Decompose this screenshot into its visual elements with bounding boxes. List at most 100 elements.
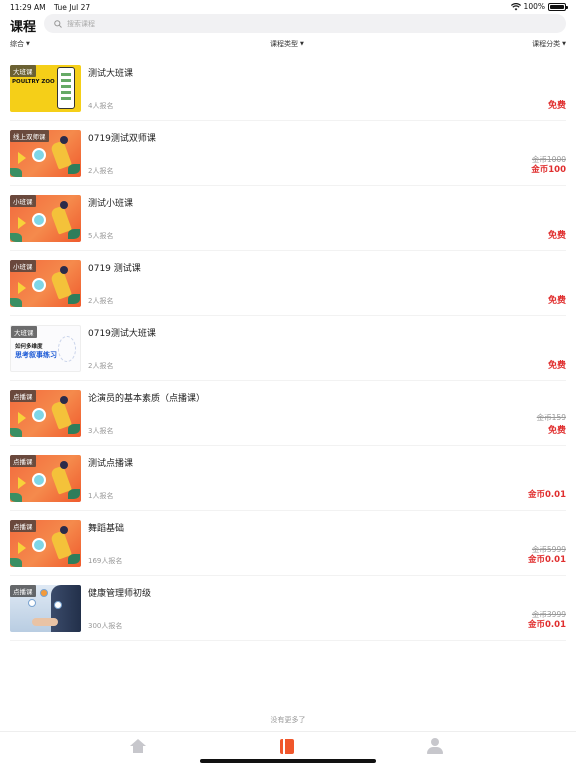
- course-title: 0719测试双师课: [88, 134, 156, 144]
- filter-sort[interactable]: 综合 ▼: [10, 39, 30, 49]
- course-current-price: 金币0.01: [528, 555, 566, 565]
- home-icon: [130, 739, 146, 754]
- tab-home[interactable]: [128, 738, 148, 756]
- course-title: 论演员的基本素质（点播课）: [88, 394, 206, 404]
- course-title: 测试小班课: [88, 199, 134, 209]
- course-price: 金币3999 金币0.01: [528, 609, 566, 631]
- course-price: 免费: [548, 293, 566, 306]
- caret-down-icon: ▼: [562, 41, 566, 47]
- course-price: 金币0.01: [528, 490, 566, 501]
- course-price: 免费: [548, 358, 566, 371]
- course-type-badge: 点播课: [10, 520, 36, 532]
- course-thumbnail: 大班课 如何多维度 思考叙事练习: [10, 325, 81, 372]
- course-price: 金币5999 金币0.01: [528, 544, 566, 566]
- course-title: 舞蹈基础: [88, 524, 125, 534]
- course-current-price: 金币100: [531, 165, 566, 175]
- course-item[interactable]: 小班课 0719 测试课 2人报名 免费: [10, 251, 566, 316]
- course-item[interactable]: 点播课 测试点播课 1人报名 金币0.01: [10, 446, 566, 511]
- course-enrolled-count: 4人报名: [88, 102, 114, 110]
- search-input[interactable]: [67, 19, 517, 28]
- status-time: 11:29 AM: [10, 3, 46, 12]
- course-current-price: 免费: [547, 231, 566, 241]
- course-enrolled-count: 2人报名: [88, 362, 114, 370]
- course-original-price: 金币3999: [531, 610, 566, 619]
- course-enrolled-count: 5人报名: [88, 232, 114, 240]
- course-current-price: 免费: [547, 296, 566, 306]
- course-enrolled-count: 1人报名: [88, 492, 114, 500]
- course-price: 免费: [548, 98, 566, 111]
- user-icon: [427, 738, 443, 754]
- course-title: 0719 测试课: [88, 264, 141, 274]
- course-type-badge: 小班课: [10, 195, 36, 207]
- course-current-price: 金币0.01: [528, 620, 566, 630]
- course-item[interactable]: 点播课 健康管理师初级 300人报名 金币3999 金币0.01: [10, 576, 566, 641]
- page-title: 课程: [10, 20, 37, 35]
- course-item[interactable]: 小班课 测试小班课 5人报名 免费: [10, 186, 566, 251]
- course-thumbnail: 小班课: [10, 195, 81, 242]
- course-enrolled-count: 2人报名: [88, 167, 114, 175]
- course-original-price: 金币5999: [531, 545, 566, 554]
- wifi-icon: [510, 2, 521, 10]
- course-current-price: 免费: [547, 426, 566, 436]
- course-type-badge: 点播课: [10, 585, 36, 597]
- course-type-badge: 线上双师课: [10, 130, 49, 142]
- course-title: 0719测试大班课: [88, 329, 156, 339]
- course-item[interactable]: 线上双师课 0719测试双师课 2人报名 金币1000 金币100: [10, 121, 566, 186]
- thumbnail-text: 如何多维度: [15, 344, 43, 350]
- thumbnail-text: POULTRY ZOO: [12, 79, 55, 85]
- status-date: Tue Jul 27: [54, 3, 91, 12]
- course-type-badge: 大班课: [10, 65, 36, 77]
- course-title: 测试大班课: [88, 69, 134, 79]
- course-type-badge: 点播课: [10, 455, 36, 467]
- filter-course-type-label: 课程类型: [270, 40, 298, 48]
- filter-course-type[interactable]: 课程类型 ▼: [270, 39, 304, 49]
- course-current-price: 金币0.01: [528, 490, 566, 500]
- filter-bar: 综合 ▼ 课程类型 ▼ 课程分类 ▼: [0, 39, 576, 51]
- course-thumbnail: 点播课: [10, 455, 81, 502]
- course-item[interactable]: 点播课 舞蹈基础 169人报名 金币5999 金币0.01: [10, 511, 566, 576]
- course-item[interactable]: 点播课 论演员的基本素质（点播课） 3人报名 金币159 免费: [10, 381, 566, 446]
- filter-course-category-label: 课程分类: [532, 40, 561, 48]
- course-price: 免费: [548, 228, 566, 241]
- course-type-badge: 大班课: [11, 326, 37, 338]
- course-price: 金币1000 金币100: [531, 154, 566, 176]
- course-current-price: 免费: [547, 101, 566, 111]
- tab-profile[interactable]: [425, 738, 445, 756]
- course-list: 大班课 POULTRY ZOO 测试大班课 4人报名 免费 线上双师课 0719…: [0, 56, 576, 641]
- home-indicator: [200, 759, 376, 763]
- course-thumbnail: 线上双师课: [10, 130, 81, 177]
- no-more-text: 没有更多了: [270, 716, 306, 724]
- course-thumbnail: 点播课: [10, 585, 81, 632]
- status-bar: 11:29 AM Tue Jul 27 100%: [0, 0, 576, 14]
- course-enrolled-count: 2人报名: [88, 297, 114, 305]
- course-type-badge: 点播课: [10, 390, 36, 402]
- filter-course-category[interactable]: 课程分类 ▼: [532, 39, 566, 49]
- course-enrolled-count: 169人报名: [88, 557, 123, 565]
- book-icon: [280, 739, 294, 754]
- search-icon: [54, 19, 62, 28]
- course-thumbnail: 点播课: [10, 390, 81, 437]
- course-enrolled-count: 300人报名: [88, 622, 123, 630]
- caret-down-icon: ▼: [300, 41, 304, 47]
- caret-down-icon: ▼: [26, 41, 30, 47]
- course-item[interactable]: 大班课 如何多维度 思考叙事练习 0719测试大班课 2人报名 免费: [10, 316, 566, 381]
- course-thumbnail: 大班课 POULTRY ZOO: [10, 65, 81, 112]
- course-enrolled-count: 3人报名: [88, 427, 114, 435]
- course-thumbnail: 点播课: [10, 520, 81, 567]
- course-type-badge: 小班课: [10, 260, 36, 272]
- battery-icon: [548, 2, 568, 11]
- course-item[interactable]: 大班课 POULTRY ZOO 测试大班课 4人报名 免费: [10, 56, 566, 121]
- course-thumbnail: 小班课: [10, 260, 81, 307]
- course-title: 测试点播课: [88, 459, 134, 469]
- course-price: 金币159 免费: [537, 412, 566, 436]
- filter-sort-label: 综合: [10, 40, 24, 48]
- tab-courses[interactable]: [277, 738, 297, 756]
- course-current-price: 免费: [547, 361, 566, 371]
- course-original-price: 金币159: [536, 413, 566, 422]
- search-bar[interactable]: [44, 14, 566, 33]
- battery-percent: 100%: [523, 2, 545, 11]
- header: 课程: [0, 14, 576, 35]
- course-title: 健康管理师初级: [88, 589, 152, 599]
- thumbnail-text: 思考叙事练习: [15, 351, 57, 359]
- course-original-price: 金币1000: [531, 155, 566, 164]
